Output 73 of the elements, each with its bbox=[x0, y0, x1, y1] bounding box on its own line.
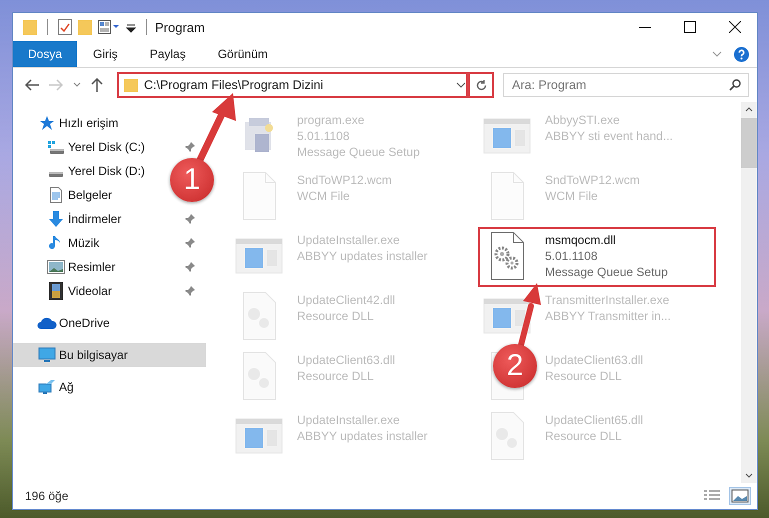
application-window-icon bbox=[483, 118, 531, 154]
file-detail: 5.01.1108 bbox=[545, 248, 598, 264]
ribbon-tab[interactable]: Görünüm bbox=[202, 41, 284, 67]
file-detail: WCM File bbox=[297, 188, 351, 204]
film-icon bbox=[49, 282, 63, 300]
window-title: Program bbox=[155, 20, 205, 34]
up-arrow-icon[interactable] bbox=[91, 78, 103, 92]
nav-item[interactable]: Yerel Disk (D:) bbox=[13, 159, 155, 183]
address-path: C:\Program Files\Program Dizini bbox=[144, 78, 324, 92]
file-detail: WCM File bbox=[545, 188, 599, 204]
drive-icon bbox=[48, 140, 64, 154]
close-icon[interactable] bbox=[728, 21, 740, 33]
properties-icon[interactable] bbox=[58, 19, 72, 35]
large-icons-view-button[interactable] bbox=[729, 487, 751, 505]
layout-dropdown-icon[interactable] bbox=[98, 19, 120, 35]
nav-item[interactable]: Videolar bbox=[13, 279, 206, 303]
ribbon-tab[interactable]: Paylaş bbox=[134, 41, 202, 67]
nav-item[interactable]: Ağ bbox=[13, 375, 206, 399]
file-detail: ABBYY sti event hand... bbox=[545, 128, 673, 144]
nav-item[interactable]: Bu bilgisayar bbox=[13, 343, 206, 367]
nav-item[interactable]: Yerel Disk (C:) bbox=[13, 135, 206, 159]
pin-icon[interactable] bbox=[184, 213, 196, 225]
scrollbar-thumb[interactable] bbox=[741, 118, 757, 168]
back-arrow-icon[interactable] bbox=[25, 79, 39, 91]
file-detail: ABBYY updates installer bbox=[297, 248, 428, 264]
file-detail: ABBYY Transmitter in... bbox=[545, 308, 671, 324]
application-window-icon bbox=[235, 238, 283, 274]
document-icon bbox=[48, 187, 64, 203]
download-arrow-icon bbox=[48, 211, 64, 227]
nav-item[interactable]: Resimler bbox=[13, 255, 206, 279]
network-icon bbox=[38, 379, 56, 395]
file-detail: Resource DLL bbox=[297, 308, 375, 324]
search-icon[interactable] bbox=[729, 79, 741, 91]
file-detail: 5.01.1108 bbox=[297, 128, 350, 144]
ribbon-tab[interactable]: Giriş bbox=[77, 41, 134, 67]
file-detail: Resource DLL bbox=[545, 368, 623, 384]
refresh-icon[interactable] bbox=[474, 78, 488, 92]
file-detail: Resource DLL bbox=[297, 368, 375, 384]
nav-item[interactable]: OneDrive bbox=[13, 311, 206, 335]
application-window-icon bbox=[235, 418, 283, 454]
folder-icon bbox=[124, 78, 138, 92]
chevron-down-icon[interactable] bbox=[73, 82, 81, 88]
minimize-icon[interactable] bbox=[638, 26, 650, 28]
music-note-icon bbox=[49, 235, 63, 251]
application-window-icon bbox=[483, 298, 531, 334]
pin-icon[interactable] bbox=[184, 285, 196, 297]
item-count: 196 öğe bbox=[25, 489, 68, 503]
drive-icon bbox=[49, 172, 63, 176]
chevron-down-icon[interactable] bbox=[456, 82, 466, 88]
pin-icon[interactable] bbox=[184, 261, 196, 273]
nav-item[interactable]: Belgeler bbox=[13, 183, 122, 207]
annotation-arrow bbox=[518, 283, 541, 348]
file-detail: ABBYY updates installer bbox=[297, 428, 428, 444]
search-field[interactable]: Ara: Program bbox=[503, 73, 749, 97]
pin-icon[interactable] bbox=[184, 141, 196, 153]
file-detail: Message Queue Setup bbox=[545, 264, 668, 280]
file-detail: Message Queue Setup bbox=[297, 144, 420, 160]
file-name[interactable]: msmqocm.dll bbox=[545, 232, 668, 248]
monitor-icon bbox=[38, 347, 56, 363]
nav-item[interactable]: İndirmeler bbox=[13, 207, 206, 231]
cloud-icon bbox=[37, 316, 57, 330]
star-icon bbox=[39, 115, 55, 131]
file-detail: Resource DLL bbox=[545, 428, 623, 444]
address-field[interactable]: C:\Program Files\Program Dizini bbox=[117, 72, 468, 98]
ribbon-tab[interactable]: Dosya bbox=[13, 41, 78, 67]
refresh-button[interactable] bbox=[468, 72, 494, 98]
help-icon[interactable] bbox=[734, 46, 749, 62]
selected-file-tile[interactable]: msmqocm.dll 5.01.1108 Message Queue Setup bbox=[479, 228, 715, 286]
nav-item[interactable]: Hızlı erişim bbox=[13, 111, 206, 135]
maximize-icon[interactable] bbox=[684, 21, 696, 33]
picture-icon bbox=[47, 260, 65, 274]
pin-icon[interactable] bbox=[184, 237, 196, 249]
nav-item[interactable]: Müzik bbox=[13, 231, 206, 255]
